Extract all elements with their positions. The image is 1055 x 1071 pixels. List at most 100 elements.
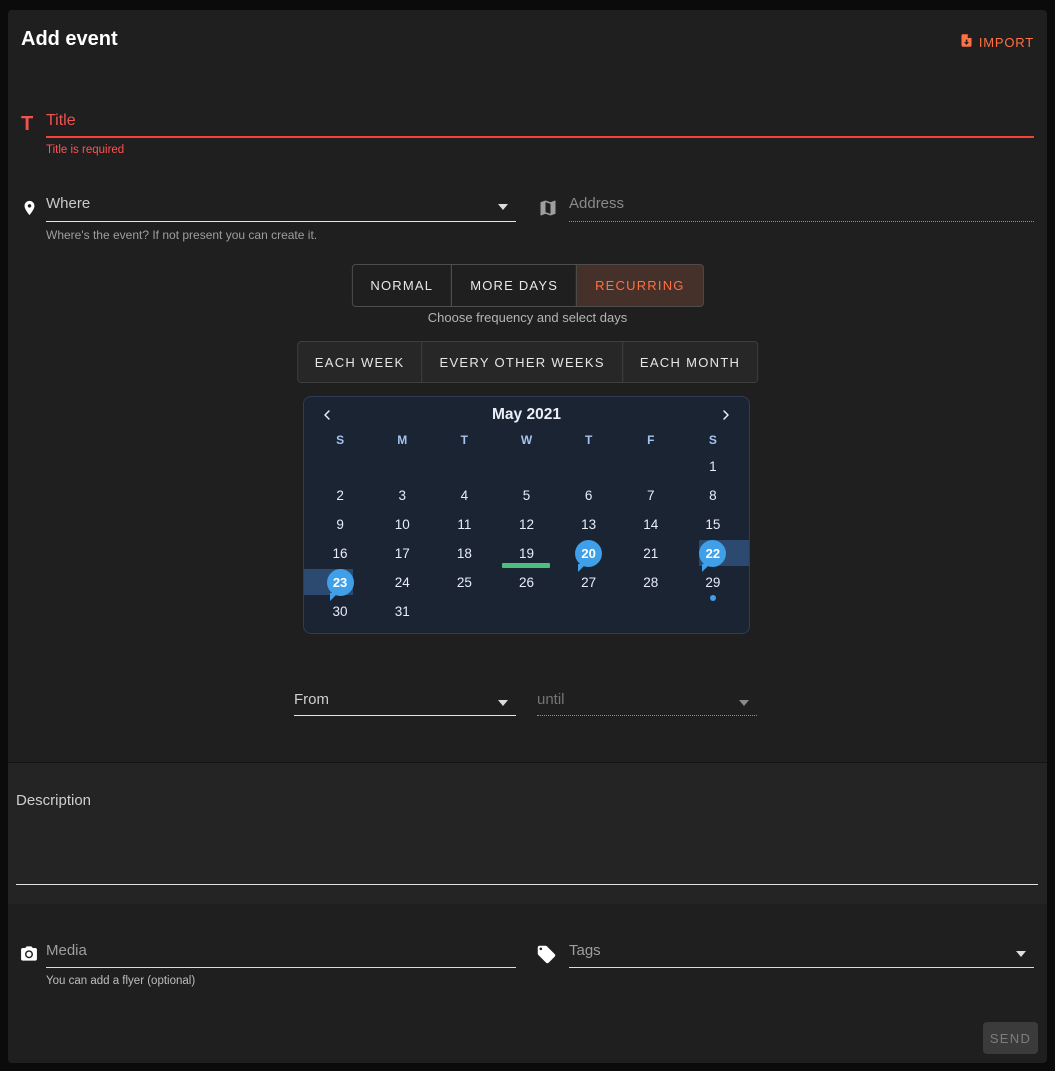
calendar-day-11[interactable]: 11 (433, 510, 495, 539)
calendar-day-14[interactable]: 14 (620, 510, 682, 539)
day-number: 6 (585, 488, 593, 503)
media-placeholder: Media (46, 942, 87, 959)
calendar-day-9[interactable]: 9 (309, 510, 371, 539)
import-button[interactable]: IMPORT (959, 31, 1034, 53)
calendar-day-7[interactable]: 7 (620, 481, 682, 510)
tab-normal[interactable]: NORMAL (351, 264, 452, 307)
calendar-day-8[interactable]: 8 (682, 481, 744, 510)
weekday-label: F (620, 430, 682, 450)
day-number: 4 (461, 488, 469, 503)
description-label: Description (16, 792, 91, 809)
description-textarea[interactable]: Description (8, 762, 1047, 904)
calendar: May 2021 SMTWTFS 12345678910111213141516… (303, 396, 750, 634)
tags-placeholder: Tags (569, 942, 601, 959)
freq-every-other-weeks-button[interactable]: EVERY OTHER WEEKS (421, 341, 622, 383)
calendar-day-1[interactable]: 1 (682, 452, 744, 481)
calendar-day-2[interactable]: 2 (309, 481, 371, 510)
calendar-day-18[interactable]: 18 (433, 539, 495, 568)
import-label: IMPORT (979, 35, 1034, 50)
day-number: 8 (709, 488, 717, 503)
calendar-day-21[interactable]: 21 (620, 539, 682, 568)
until-placeholder: until (537, 691, 565, 708)
calendar-day-26[interactable]: 26 (495, 568, 557, 597)
calendar-day-20[interactable]: 20 (558, 539, 620, 568)
where-select[interactable]: Where (46, 195, 516, 222)
calendar-day-4[interactable]: 4 (433, 481, 495, 510)
calendar-day-13[interactable]: 13 (558, 510, 620, 539)
day-number: 23 (327, 569, 354, 596)
weekday-label: W (495, 430, 557, 450)
calendar-day-23[interactable]: 23 (309, 568, 371, 597)
title-input[interactable]: Title (46, 112, 1034, 138)
calendar-header: May 2021 (304, 397, 749, 426)
title-icon: T (21, 113, 33, 136)
calendar-day-29[interactable]: 29 (682, 568, 744, 597)
media-input[interactable]: Media (46, 942, 516, 968)
calendar-day-5[interactable]: 5 (495, 481, 557, 510)
calendar-day-empty (433, 597, 495, 626)
calendar-day-empty (371, 452, 433, 481)
day-number: 25 (457, 575, 472, 590)
day-number: 9 (336, 517, 344, 532)
calendar-day-16[interactable]: 16 (309, 539, 371, 568)
tags-select[interactable]: Tags (569, 942, 1034, 968)
map-icon (538, 198, 558, 223)
calendar-day-17[interactable]: 17 (371, 539, 433, 568)
day-number: 1 (709, 459, 717, 474)
page-title: Add event (21, 28, 118, 51)
day-number: 14 (643, 517, 658, 532)
add-event-page: Add event IMPORT T Title Title is requir… (0, 0, 1055, 1071)
calendar-prev-button[interactable] (318, 406, 336, 424)
tab-more-days[interactable]: MORE DAYS (451, 264, 577, 307)
camera-icon (19, 944, 39, 968)
calendar-day-22[interactable]: 22 (682, 539, 744, 568)
chevron-down-icon (498, 700, 508, 706)
day-number: 2 (336, 488, 344, 503)
calendar-day-19[interactable]: 19 (495, 539, 557, 568)
title-error-message: Title is required (46, 144, 124, 156)
day-number: 21 (643, 546, 658, 561)
day-number: 27 (581, 575, 596, 590)
event-dot (710, 595, 716, 601)
calendar-day-6[interactable]: 6 (558, 481, 620, 510)
location-pin-icon (21, 197, 38, 224)
address-placeholder: Address (569, 195, 624, 212)
calendar-day-25[interactable]: 25 (433, 568, 495, 597)
day-number: 19 (519, 546, 534, 561)
chevron-down-icon (739, 700, 749, 706)
weekday-label: S (682, 430, 744, 450)
calendar-day-empty (558, 597, 620, 626)
weekday-label: S (309, 430, 371, 450)
calendar-day-31[interactable]: 31 (371, 597, 433, 626)
calendar-day-12[interactable]: 12 (495, 510, 557, 539)
tags-icon (536, 944, 557, 970)
calendar-day-24[interactable]: 24 (371, 568, 433, 597)
address-input[interactable]: Address (569, 195, 1034, 222)
freq-each-month-button[interactable]: EACH MONTH (622, 341, 758, 383)
calendar-day-3[interactable]: 3 (371, 481, 433, 510)
calendar-month-label: May 2021 (492, 406, 561, 424)
until-time-select[interactable]: until (537, 691, 757, 716)
send-button[interactable]: SEND (983, 1022, 1038, 1054)
calendar-day-30[interactable]: 30 (309, 597, 371, 626)
calendar-day-27[interactable]: 27 (558, 568, 620, 597)
day-number: 11 (457, 517, 471, 532)
calendar-day-empty (495, 597, 557, 626)
where-placeholder: Where (46, 195, 90, 212)
media-helper-text: You can add a flyer (optional) (46, 975, 195, 987)
calendar-next-button[interactable] (717, 406, 735, 424)
chevron-down-icon (498, 204, 508, 210)
calendar-day-15[interactable]: 15 (682, 510, 744, 539)
calendar-day-10[interactable]: 10 (371, 510, 433, 539)
calendar-day-empty (620, 452, 682, 481)
day-number: 7 (647, 488, 655, 503)
from-time-select[interactable]: From (294, 691, 516, 716)
day-number: 18 (457, 546, 472, 561)
tab-recurring[interactable]: RECURRING (576, 264, 704, 307)
calendar-weekday-row: SMTWTFS (309, 430, 744, 450)
calendar-day-28[interactable]: 28 (620, 568, 682, 597)
calendar-day-empty (495, 452, 557, 481)
freq-each-week-button[interactable]: EACH WEEK (297, 341, 423, 383)
day-number: 5 (523, 488, 531, 503)
calendar-day-empty (620, 597, 682, 626)
